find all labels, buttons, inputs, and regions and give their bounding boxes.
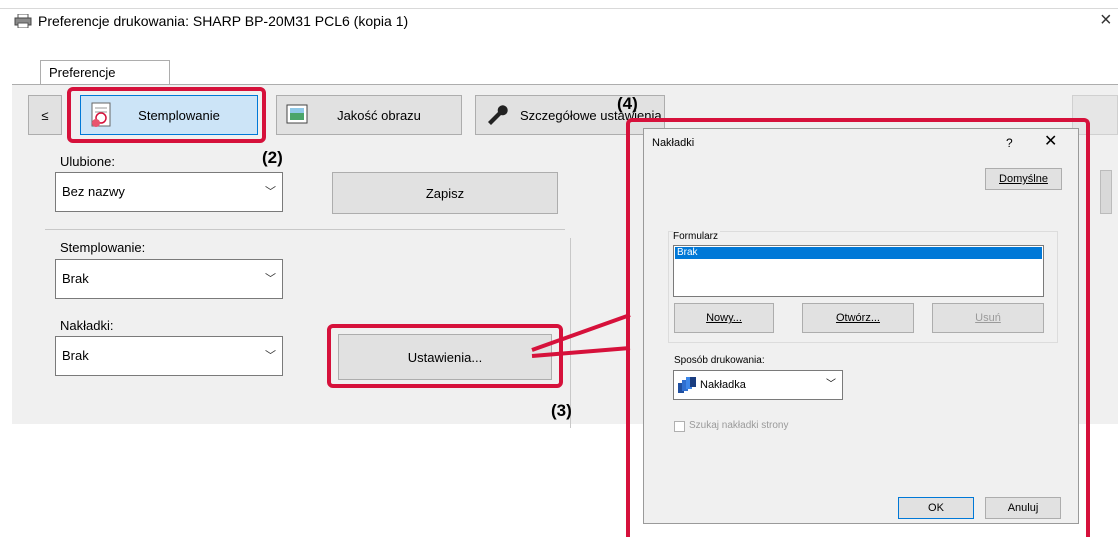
separator	[45, 229, 565, 230]
favorites-select[interactable]: Bez nazwy ﹀	[55, 172, 283, 212]
window-title-text: Preferencje drukowania: SHARP BP-20M31 P…	[38, 13, 409, 29]
stamping-select[interactable]: Brak ﹀	[55, 259, 283, 299]
stamping-value: Brak	[62, 271, 89, 286]
side-button-partial	[1100, 170, 1112, 214]
callout-3: (3)	[551, 401, 572, 420]
chevron-down-icon: ﹀	[265, 350, 276, 362]
image-quality-icon	[286, 104, 308, 124]
callout-connector	[531, 313, 631, 358]
callout-2: (2)	[262, 148, 283, 167]
overlays-label: Nakładki:	[60, 318, 114, 333]
highlight-stamping	[67, 87, 266, 143]
favorites-value: Bez nazwy	[62, 184, 125, 199]
nav-prev-button[interactable]: ≤	[28, 95, 62, 135]
window-title: Preferencje drukowania: SHARP BP-20M31 P…	[14, 8, 408, 34]
printer-icon	[14, 14, 32, 28]
favorites-label: Ulubione:	[60, 154, 115, 169]
highlight-dialog	[626, 118, 1090, 537]
overlays-select[interactable]: Brak ﹀	[55, 336, 283, 376]
window-close-button[interactable]: ×	[1100, 10, 1112, 30]
wrench-icon	[488, 105, 508, 125]
toolbar-quality-button[interactable]: Jakość obrazu	[276, 95, 462, 135]
chevron-down-icon: ﹀	[265, 186, 276, 198]
save-button[interactable]: Zapisz	[332, 172, 558, 214]
tab-print-preferences[interactable]: Preferencje drukowania	[40, 60, 170, 104]
stamping-label: Stemplowanie:	[60, 240, 146, 255]
callout-4: (4)	[617, 94, 638, 113]
chevron-down-icon: ﹀	[265, 273, 276, 285]
overlays-value: Brak	[62, 348, 89, 363]
